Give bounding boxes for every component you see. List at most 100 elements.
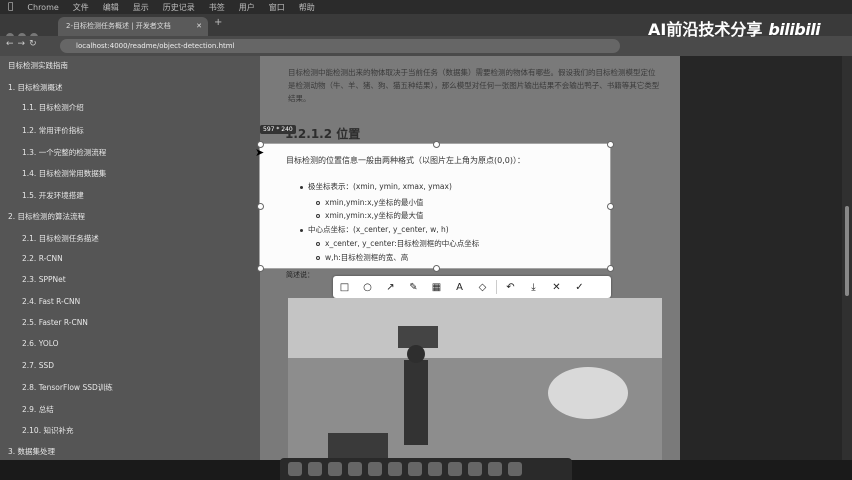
- bullet-icon: [316, 242, 320, 246]
- dock-app-icon[interactable]: [288, 462, 302, 476]
- format-text: 极坐标表示：(xmin, ymin, xmax, ymax): [308, 182, 452, 191]
- bullet-icon: [300, 228, 303, 232]
- sidebar-item[interactable]: 1.1. 目标检测介绍: [22, 102, 84, 113]
- apple-icon[interactable]: : [8, 2, 13, 12]
- rectangle-tool-icon[interactable]: □: [333, 276, 356, 298]
- scrollbar[interactable]: [842, 56, 852, 460]
- format-item: 中心点坐标：(x_center, y_center, w, h): [300, 224, 449, 235]
- mosaic-tool-icon[interactable]: ▦: [425, 276, 448, 298]
- sidebar-item[interactable]: 2.5. Faster R-CNN: [22, 318, 88, 327]
- photo-person-head: [407, 345, 425, 363]
- bullet-icon: [316, 214, 320, 218]
- bullet-icon: [316, 256, 320, 260]
- format-text: xmin,ymin:x,y坐标的最大值: [325, 211, 424, 220]
- save-icon[interactable]: ⤓: [522, 276, 545, 298]
- menu-bookmarks[interactable]: 书签: [209, 2, 225, 13]
- sidebar-item[interactable]: 2.9. 总结: [22, 404, 54, 415]
- dock-app-icon[interactable]: [388, 462, 402, 476]
- sidebar-item[interactable]: 2.1. 目标检测任务描述: [22, 233, 99, 244]
- format-subitem: xmin,ymin:x,y坐标的最小值: [316, 197, 423, 208]
- sidebar-item[interactable]: 1. 目标检测概述: [8, 82, 63, 93]
- pencil-tool-icon[interactable]: ✎: [402, 276, 425, 298]
- format-text: 中心点坐标：(x_center, y_center, w, h): [308, 225, 449, 234]
- menu-bar:  Chrome 文件 编辑 显示 历史记录 书签 用户 窗口 帮助: [0, 0, 852, 14]
- sidebar-item[interactable]: 2.6. YOLO: [22, 339, 59, 348]
- article-paragraph: 目标检测中能检测出来的物体取决于当前任务（数据集）需要检测的物体有哪些。假设我们…: [288, 68, 660, 103]
- watermark: AI前沿技术分享 bilibili: [648, 16, 821, 40]
- nav-arrows-icon[interactable]: ←→↻: [6, 39, 41, 49]
- format-subitem: w,h:目标检测框的宽、高: [316, 252, 408, 263]
- menu-user[interactable]: 用户: [239, 2, 255, 13]
- sidebar-item[interactable]: 2.10. 知识补充: [22, 425, 73, 436]
- watermark-text: AI前沿技术分享: [648, 20, 763, 39]
- sidebar-toc: 目标检测实践指南 1. 目标检测概述 1.1. 目标检测介绍 1.2. 常用评价…: [0, 56, 260, 460]
- sidebar-item[interactable]: 2. 目标检测的算法流程: [8, 211, 85, 222]
- sidebar-item[interactable]: 1.3. 一个完整的检测流程: [22, 147, 106, 158]
- sidebar-item[interactable]: 2.3. SPPNet: [22, 275, 66, 284]
- sidebar-item[interactable]: 1.4. 目标检测常用数据集: [22, 168, 106, 179]
- dock-app-icon[interactable]: [468, 462, 482, 476]
- sidebar-item[interactable]: 3. 数据集处理: [8, 446, 55, 457]
- new-tab-icon[interactable]: +: [214, 17, 222, 28]
- resize-handle[interactable]: [433, 265, 440, 272]
- photo-scene: [288, 298, 662, 460]
- arrow-tool-icon[interactable]: ↗: [379, 276, 402, 298]
- bullet-icon: [316, 201, 320, 205]
- menu-help[interactable]: 帮助: [299, 2, 315, 13]
- text-tool-icon[interactable]: A: [448, 276, 471, 298]
- marker-tool-icon[interactable]: ◇: [471, 276, 494, 298]
- sidebar-item[interactable]: 目标检测实践指南: [8, 60, 68, 71]
- bilibili-logo: bilibili: [768, 20, 821, 39]
- format-text: xmin,ymin:x,y坐标的最小值: [325, 198, 424, 207]
- dock-app-icon[interactable]: [328, 462, 342, 476]
- photo-horse: [548, 367, 628, 419]
- resize-handle[interactable]: [257, 265, 264, 272]
- scrollbar-thumb[interactable]: [845, 206, 849, 296]
- sidebar-item[interactable]: 2.7. SSD: [22, 361, 54, 370]
- dock-app-icon[interactable]: [448, 462, 462, 476]
- dock-app-icon[interactable]: [348, 462, 362, 476]
- undo-icon[interactable]: ↶: [499, 276, 522, 298]
- menu-file[interactable]: 文件: [73, 2, 89, 13]
- dock-app-icon[interactable]: [508, 462, 522, 476]
- url-field[interactable]: localhost:4000/readme/object-detection.h…: [60, 39, 620, 53]
- sidebar-item[interactable]: 2.8. TensorFlow SSD训练: [22, 382, 113, 393]
- resize-handle[interactable]: [607, 141, 614, 148]
- dock: [280, 458, 572, 480]
- cancel-icon[interactable]: ✕: [545, 276, 568, 298]
- format-text: w,h:目标检测框的宽、高: [325, 253, 409, 262]
- mouse-cursor-icon: ➤: [255, 146, 265, 159]
- menu-window[interactable]: 窗口: [269, 2, 285, 13]
- dock-app-icon[interactable]: [368, 462, 382, 476]
- dock-app-icon[interactable]: [408, 462, 422, 476]
- sidebar-item[interactable]: 2.2. R-CNN: [22, 254, 63, 263]
- menu-edit[interactable]: 编辑: [103, 2, 119, 13]
- toolbar-divider: [496, 280, 497, 294]
- screenshot-selection[interactable]: 目标检测的位置信息一般由两种格式（以图片左上角为原点(0,0)）： 极坐标表示：…: [257, 141, 614, 272]
- browser-tab[interactable]: 2-目标检测任务概述 | 开发者文档 ✕: [58, 17, 208, 36]
- selection-title: 目标检测的位置信息一般由两种格式（以图片左上角为原点(0,0)）：: [286, 156, 525, 165]
- sidebar-item[interactable]: 1.2. 常用评价指标: [22, 125, 84, 136]
- photo-object: [328, 433, 388, 460]
- resize-handle[interactable]: [607, 203, 614, 210]
- confirm-icon[interactable]: ✓: [568, 276, 591, 298]
- photo-sky: [288, 298, 662, 358]
- menu-app[interactable]: Chrome: [27, 3, 58, 12]
- menu-view[interactable]: 显示: [133, 2, 149, 13]
- screenshot-toolbar: □ ○ ↗ ✎ ▦ A ◇ ↶ ⤓ ✕ ✓: [333, 276, 611, 298]
- dock-app-icon[interactable]: [488, 462, 502, 476]
- ellipse-tool-icon[interactable]: ○: [356, 276, 379, 298]
- below-text: 简述说：: [286, 271, 314, 279]
- selection-size-badge: 597 * 240: [260, 125, 296, 134]
- dock-app-icon[interactable]: [308, 462, 322, 476]
- sidebar-item[interactable]: 2.4. Fast R-CNN: [22, 297, 80, 306]
- sidebar-item[interactable]: 1.5. 开发环境搭建: [22, 190, 84, 201]
- close-tab-icon[interactable]: ✕: [196, 17, 202, 36]
- section-heading: 1.2.1.2 位置: [285, 127, 361, 141]
- resize-handle[interactable]: [607, 265, 614, 272]
- resize-handle[interactable]: [433, 141, 440, 148]
- resize-handle[interactable]: [257, 203, 264, 210]
- dock-app-icon[interactable]: [428, 462, 442, 476]
- menu-history[interactable]: 历史记录: [163, 2, 195, 13]
- format-item: 极坐标表示：(xmin, ymin, xmax, ymax): [300, 181, 452, 192]
